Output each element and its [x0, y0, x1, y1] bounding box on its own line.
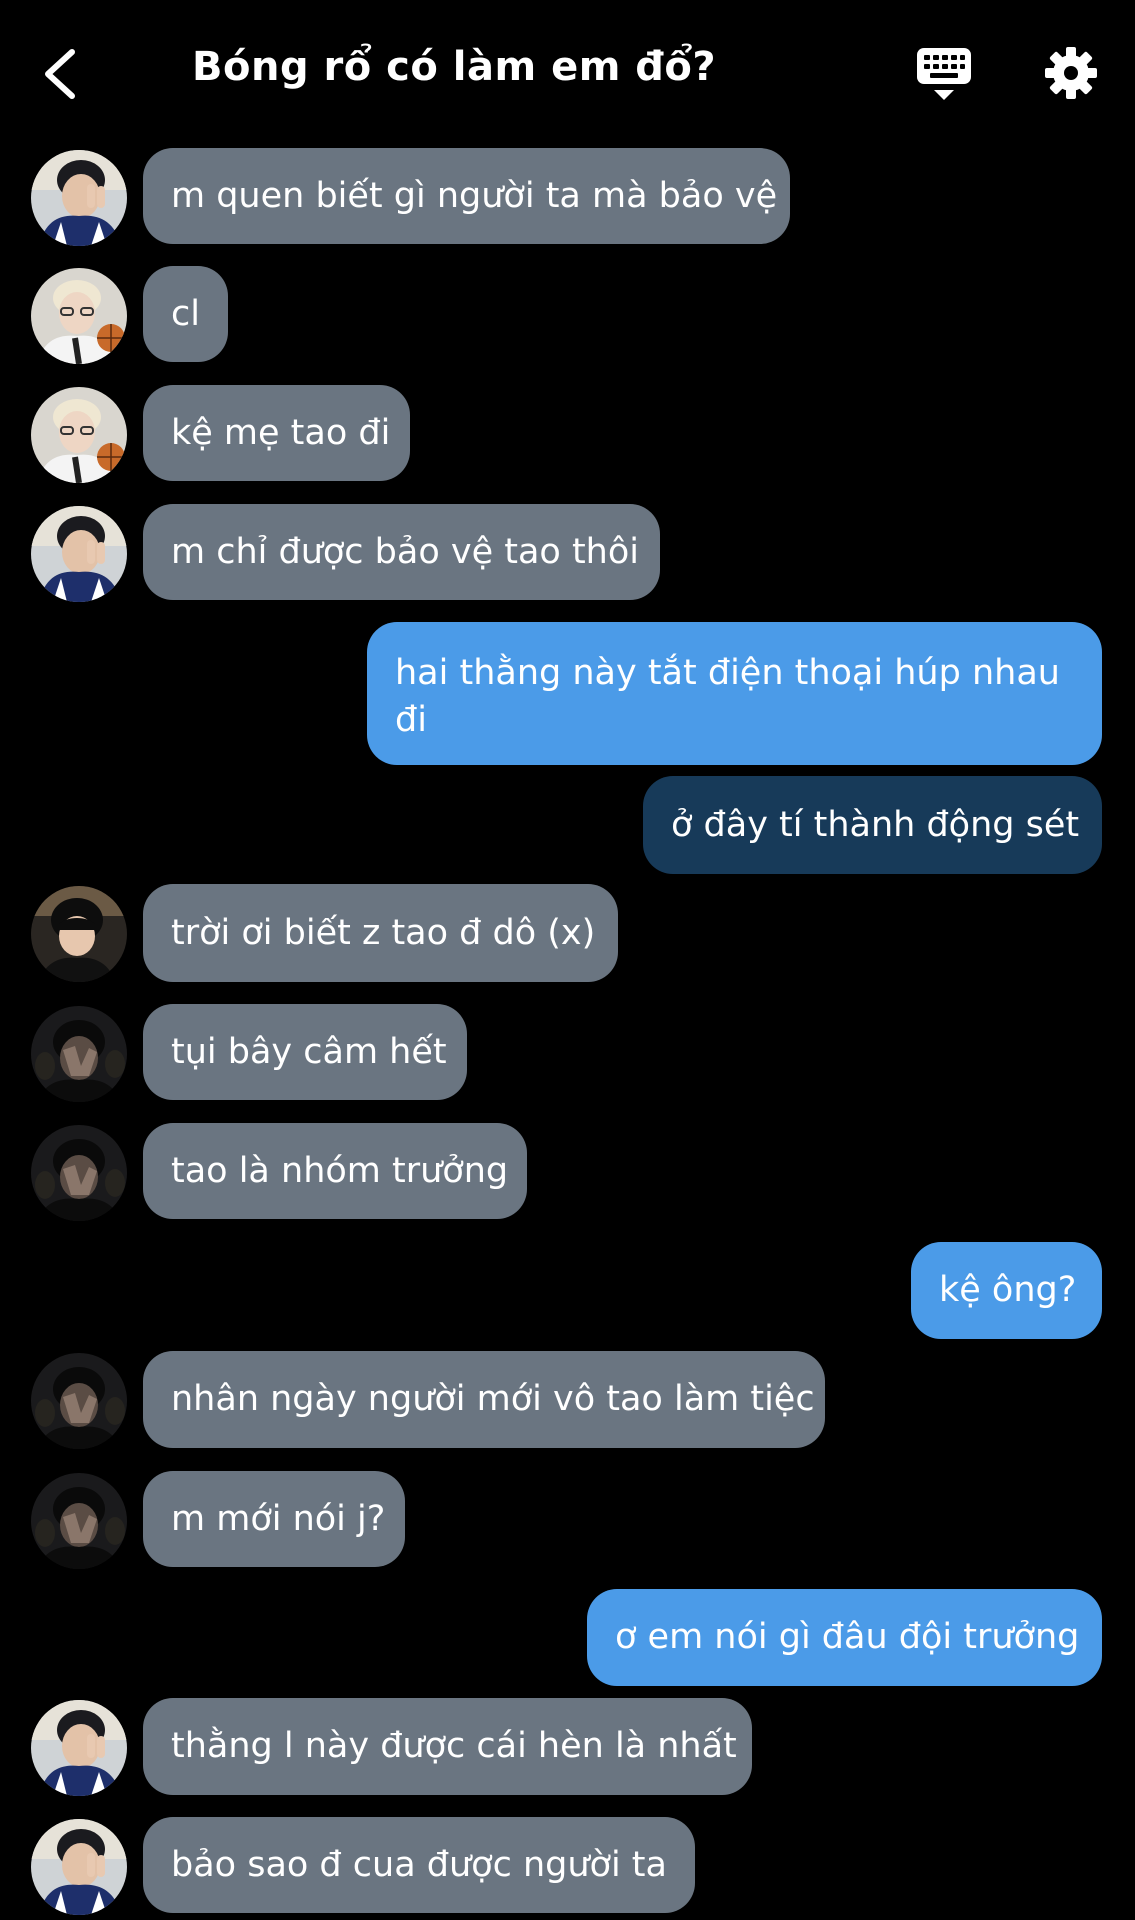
avatar[interactable] — [31, 387, 127, 483]
message-bubble[interactable]: tụi bây câm hết — [143, 1004, 467, 1100]
message-bubble[interactable]: ơ em nói gì đâu đội trưởng — [587, 1589, 1102, 1686]
avatar[interactable] — [31, 886, 127, 982]
message-bubble[interactable]: m mới nói j? — [143, 1471, 405, 1567]
avatar[interactable] — [31, 506, 127, 602]
message-bubble[interactable]: ở đây tí thành động sét — [643, 776, 1102, 874]
message-bubble[interactable]: m chỉ được bảo vệ tao thôi — [143, 504, 660, 600]
avatar[interactable] — [31, 268, 127, 364]
message-bubble[interactable]: kệ mẹ tao đi — [143, 385, 410, 481]
message-thread: m quen biết gì người ta mà bảo vệ cl kệ … — [0, 0, 1135, 1920]
avatar[interactable] — [31, 1473, 127, 1569]
avatar[interactable] — [31, 1006, 127, 1102]
message-bubble[interactable]: m quen biết gì người ta mà bảo vệ — [143, 148, 790, 244]
avatar[interactable] — [31, 1700, 127, 1796]
message-bubble[interactable]: kệ ông? — [911, 1242, 1102, 1339]
avatar[interactable] — [31, 1125, 127, 1221]
message-bubble[interactable]: thằng l này được cái hèn là nhất — [143, 1698, 752, 1795]
avatar[interactable] — [31, 150, 127, 246]
message-bubble[interactable]: bảo sao đ cua được người ta — [143, 1817, 695, 1913]
message-bubble[interactable]: trời ơi biết z tao đ dô (x) — [143, 884, 618, 982]
avatar[interactable] — [31, 1353, 127, 1449]
message-bubble[interactable]: nhân ngày người mới vô tao làm tiệc — [143, 1351, 825, 1448]
avatar[interactable] — [31, 1819, 127, 1915]
message-bubble[interactable]: tao là nhóm trưởng — [143, 1123, 527, 1219]
message-bubble[interactable]: hai thằng này tắt điện thoại húp nhau đi — [367, 622, 1102, 765]
message-bubble[interactable]: cl — [143, 266, 228, 362]
